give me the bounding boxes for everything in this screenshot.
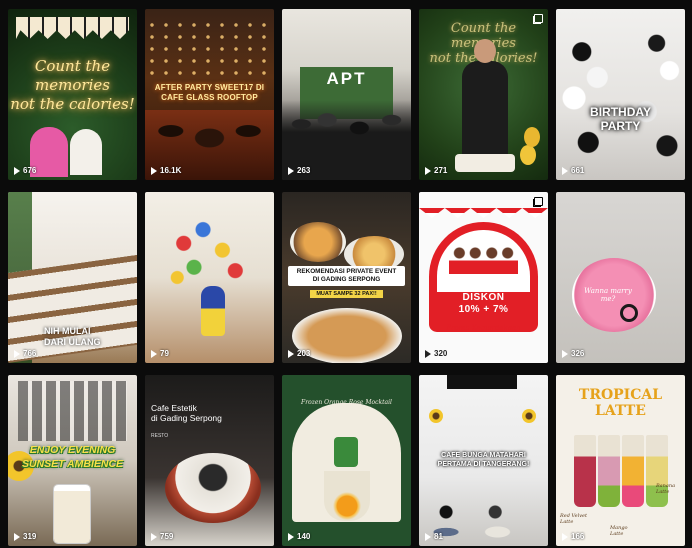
overlay-text: CAFE BUNGA MATAHARI PERTAMA DI TANGERANG… [437,452,530,468]
overlay-text: DISKON 10% + 7% [458,292,509,315]
view-count: 326 [562,349,584,358]
overlay-text: BIRTHDAY PARTY [590,105,651,133]
cake [455,154,515,172]
overlay-text: ENJOY EVENING SUNSET AMBIENCE [21,444,124,470]
reel-tile[interactable]: APT 263 [282,9,411,180]
view-count: 271 [425,166,447,175]
view-count: 203 [288,349,310,358]
play-icon [562,349,568,358]
play-icon [14,532,20,541]
sunflower-icon [522,409,536,423]
reel-tile[interactable]: CAFE BUNGA MATAHARI PERTAMA DI TANGERANG… [419,375,548,546]
overlay-text: TROPICAL LATTE [578,387,663,419]
ceiling-lamp [447,375,517,389]
reel-tile[interactable]: 79 [145,192,274,363]
play-icon [288,166,294,175]
ring-icon [620,304,638,322]
reel-tile[interactable]: TROPICAL LATTE Red Velvet Latte Mango La… [556,375,685,546]
reel-tile[interactable]: DISKON 10% + 7% Promo Kemerdekaan 320 [419,192,548,363]
children-illustration [449,244,518,274]
view-count: 759 [151,532,173,541]
view-count: 676 [14,166,36,175]
coffee-cup [54,485,90,543]
string-lights [145,19,274,79]
flag-bunting [419,208,548,218]
play-icon [14,166,20,175]
play-icon [288,349,294,358]
overlay-text: Wanna marry me? [584,287,632,303]
child-figure [201,286,225,336]
drink-label: Banana Latte [656,483,676,495]
reel-tile[interactable]: ENJOY EVENING SUNSET AMBIENCE 319 [8,375,137,546]
balloon-decoration [524,127,540,147]
play-icon [151,532,157,541]
overlay-text: REKOMENDASI PRIVATE EVENT DI GADING SERP… [288,266,405,286]
overlay-text: APT [326,69,367,88]
play-icon [425,532,431,541]
soda-can [334,437,358,467]
mocktail-glass [324,471,370,521]
drink-label: Mango Latte [610,525,628,537]
play-icon [14,349,20,358]
reel-tile[interactable]: Count the memories not the calories! 271 [419,9,548,180]
overlay-subtext: RESTO [151,433,169,439]
overlay-subtext: Promo Kemerdekaan [446,324,521,332]
reel-tile[interactable]: Wanna marry me? 326 [556,192,685,363]
overlay-tag: MUAT SAMPE 32 PAX!! [310,290,383,298]
view-count: 166 [562,532,584,541]
drink-glass [598,435,620,507]
play-icon [151,166,157,175]
wall-frames [18,381,127,441]
view-count: 81 [425,532,443,541]
overlay-text: Frozen Orange Rose Mocktail [301,399,392,406]
reel-tile[interactable]: Count the memories not the calories! 676 [8,9,137,180]
person-figure [462,39,508,161]
play-icon [288,532,294,541]
overlay-text: Count the memories not the calories! [10,57,135,113]
balloon-decoration [145,192,274,363]
reels-grid: Count the memories not the calories! 676… [8,9,685,546]
carousel-icon [533,197,543,207]
view-count: 766 [14,349,36,358]
drink-glass [646,435,668,507]
sunflower-icon [429,409,443,423]
play-icon [562,166,568,175]
dessert-bowl [165,453,261,523]
view-count: 263 [288,166,310,175]
food-dish [290,222,346,262]
reel-tile[interactable]: AFTER PARTY SWEET17 DI CAFE GLASS ROOFTO… [145,9,274,180]
view-count: 320 [425,349,447,358]
play-icon [425,349,431,358]
drink-label: Red Velvet Latte [560,513,588,525]
play-icon [562,532,568,541]
view-count: 16.1K [151,166,181,175]
reel-tile[interactable]: Frozen Orange Rose Mocktail 140 [282,375,411,546]
reel-tile[interactable]: NIH MULAI DARI ULANG 766 [8,192,137,363]
play-icon [151,349,157,358]
view-count: 79 [151,349,169,358]
reel-tile[interactable]: BIRTHDAY PARTY 661 [556,9,685,180]
reel-tile[interactable]: Cafe Estetik di Gading Serpong RESTO 759 [145,375,274,546]
reel-tile[interactable]: REKOMENDASI PRIVATE EVENT DI GADING SERP… [282,192,411,363]
view-count: 140 [288,532,310,541]
overlay-text: AFTER PARTY SWEET17 DI CAFE GLASS ROOFTO… [154,83,265,102]
view-count: 319 [14,532,36,541]
drink-glass [622,435,644,507]
bunting-decoration [16,17,129,39]
view-count: 661 [562,166,584,175]
overlay-text: Cafe Estetik di Gading Serpong [151,403,222,423]
play-icon [425,166,431,175]
person-figure [70,129,102,175]
balloon-decoration [556,9,685,180]
overlay-text: NIH MULAI DARI ULANG [44,326,101,347]
drink-glass [574,435,596,507]
